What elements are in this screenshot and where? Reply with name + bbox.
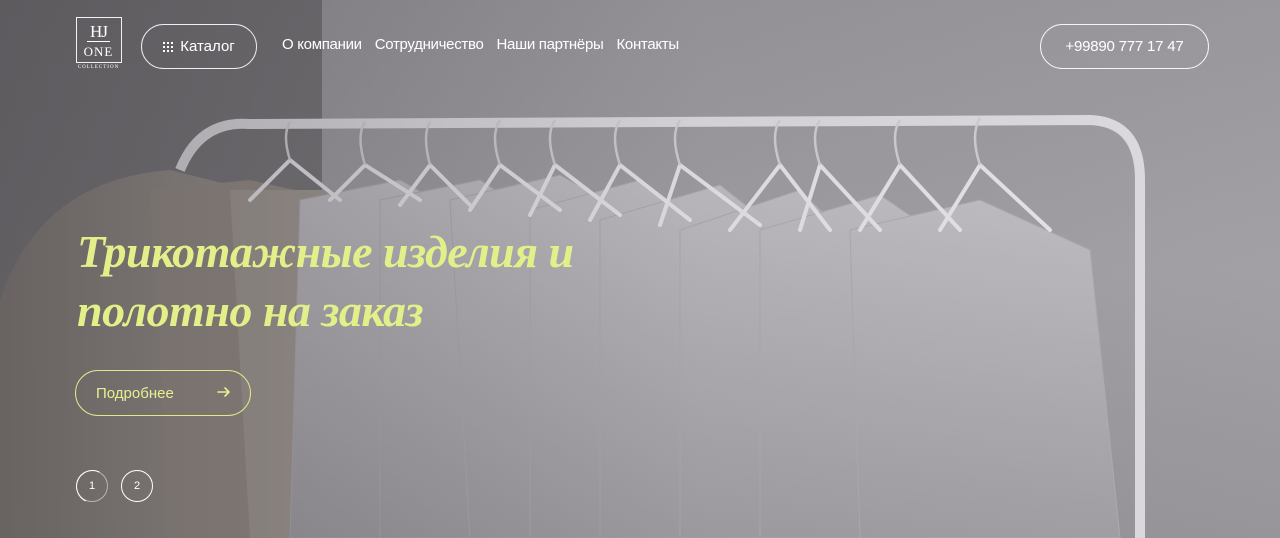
- logo-subtitle: COLLECTION: [77, 65, 120, 70]
- catalog-button[interactable]: Каталог: [141, 24, 257, 69]
- nav-item-cooperation[interactable]: Сотрудничество: [375, 36, 484, 53]
- more-button-label: Подробнее: [96, 384, 174, 402]
- hero-headline-line1: Трикотажные изделия и: [77, 226, 574, 277]
- logo-word: ONE: [83, 43, 114, 59]
- logo-box: HJ ONE: [75, 17, 122, 63]
- more-button[interactable]: Подробнее: [75, 370, 251, 416]
- hero-headline: Трикотажные изделия и полотно на заказ: [77, 222, 697, 340]
- slider-pagination: 1 2: [76, 470, 153, 502]
- slide-dot-1[interactable]: 1: [76, 470, 108, 502]
- slide-dot-2[interactable]: 2: [121, 470, 153, 502]
- hero-headline-line2: полотно на заказ: [77, 285, 423, 336]
- main-nav: О компании Сотрудничество Наши партнёры …: [282, 36, 679, 53]
- nav-item-contacts[interactable]: Контакты: [616, 36, 679, 53]
- brand-logo[interactable]: HJ ONE COLLECTION: [75, 17, 122, 73]
- logo-monogram: HJ: [87, 23, 110, 42]
- nav-item-about[interactable]: О компании: [282, 36, 362, 53]
- catalog-label: Каталог: [180, 38, 235, 55]
- phone-button[interactable]: +99890 777 17 47: [1040, 24, 1209, 69]
- grid-dots-icon: [163, 41, 174, 52]
- nav-item-partners[interactable]: Наши партнёры: [497, 36, 604, 53]
- arrow-right-icon: [217, 387, 230, 397]
